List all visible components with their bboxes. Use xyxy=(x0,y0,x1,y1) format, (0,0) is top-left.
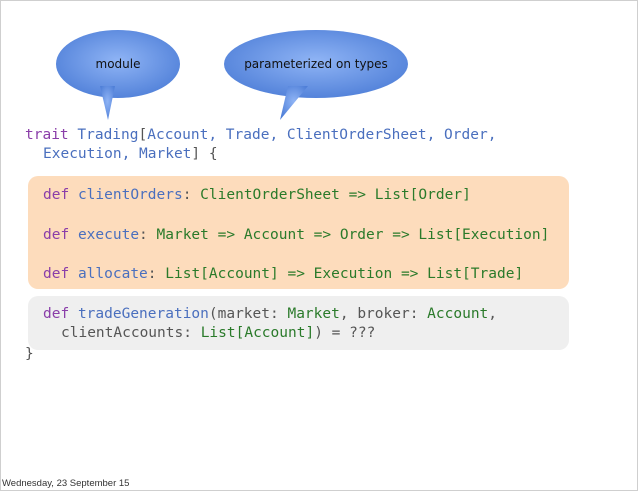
code-def-tradeGeneration: def tradeGeneration(market: Market, brok… xyxy=(43,305,497,323)
code-line-trait: trait Trading[Account, Trade, ClientOrde… xyxy=(25,126,496,144)
kw-def: def xyxy=(43,306,70,322)
type-list-account: List[Account] xyxy=(200,325,315,341)
bracket-close: ] { xyxy=(191,146,218,162)
types-bubble xyxy=(224,30,408,120)
def-signature: List[Account] => Execution => List[Trade… xyxy=(165,266,524,282)
colon: : xyxy=(139,227,157,243)
def-name: allocate xyxy=(77,266,148,282)
brace-close: } xyxy=(25,346,34,362)
kw-def: def xyxy=(43,266,70,282)
types-bubble-label: parameterized on types xyxy=(244,57,388,71)
kw-trait: trait xyxy=(25,127,69,143)
type-account: Account xyxy=(427,306,489,322)
def-signature: Market => Account => Order => List[Execu… xyxy=(156,227,550,243)
code-def-allocate: def allocate: List[Account] => Execution… xyxy=(43,265,523,283)
def-result: ) = ??? xyxy=(314,325,376,341)
code-def-tradeGeneration-2: clientAccounts: List[Account]) = ??? xyxy=(61,324,375,342)
comma: , xyxy=(488,306,498,322)
code-line-trait-2: Execution, Market] { xyxy=(43,145,218,163)
colon: : xyxy=(182,187,201,203)
footer-date: Wednesday, 23 September 15 xyxy=(2,478,130,489)
bracket-open: [ xyxy=(138,127,148,143)
slide: module parameterized on types trait Trad… xyxy=(0,0,638,491)
trait-params-2: Execution, Market xyxy=(43,146,192,162)
def-name: execute xyxy=(77,227,140,243)
kw-def: def xyxy=(43,187,70,203)
param-clientAccounts: clientAccounts: xyxy=(61,325,201,341)
code-closing-brace: } xyxy=(25,345,34,363)
trait-name: Trading xyxy=(77,127,139,143)
module-bubble-label: module xyxy=(95,57,141,71)
trait-params-1: Account, Trade, ClientOrderSheet, Order, xyxy=(147,127,497,143)
colon: : xyxy=(147,266,166,282)
module-bubble xyxy=(56,30,180,120)
code-def-clientOrders: def clientOrders: ClientOrderSheet => Li… xyxy=(43,186,471,204)
def-name: tradeGeneration xyxy=(77,306,209,322)
kw-def: def xyxy=(43,227,70,243)
param-market: (market: xyxy=(208,306,288,322)
def-name: clientOrders xyxy=(77,187,183,203)
type-market: Market xyxy=(287,306,340,322)
code-def-execute: def execute: Market => Account => Order … xyxy=(43,226,549,244)
def-signature: ClientOrderSheet => List[Order] xyxy=(200,187,471,203)
param-broker: , broker: xyxy=(339,306,428,322)
